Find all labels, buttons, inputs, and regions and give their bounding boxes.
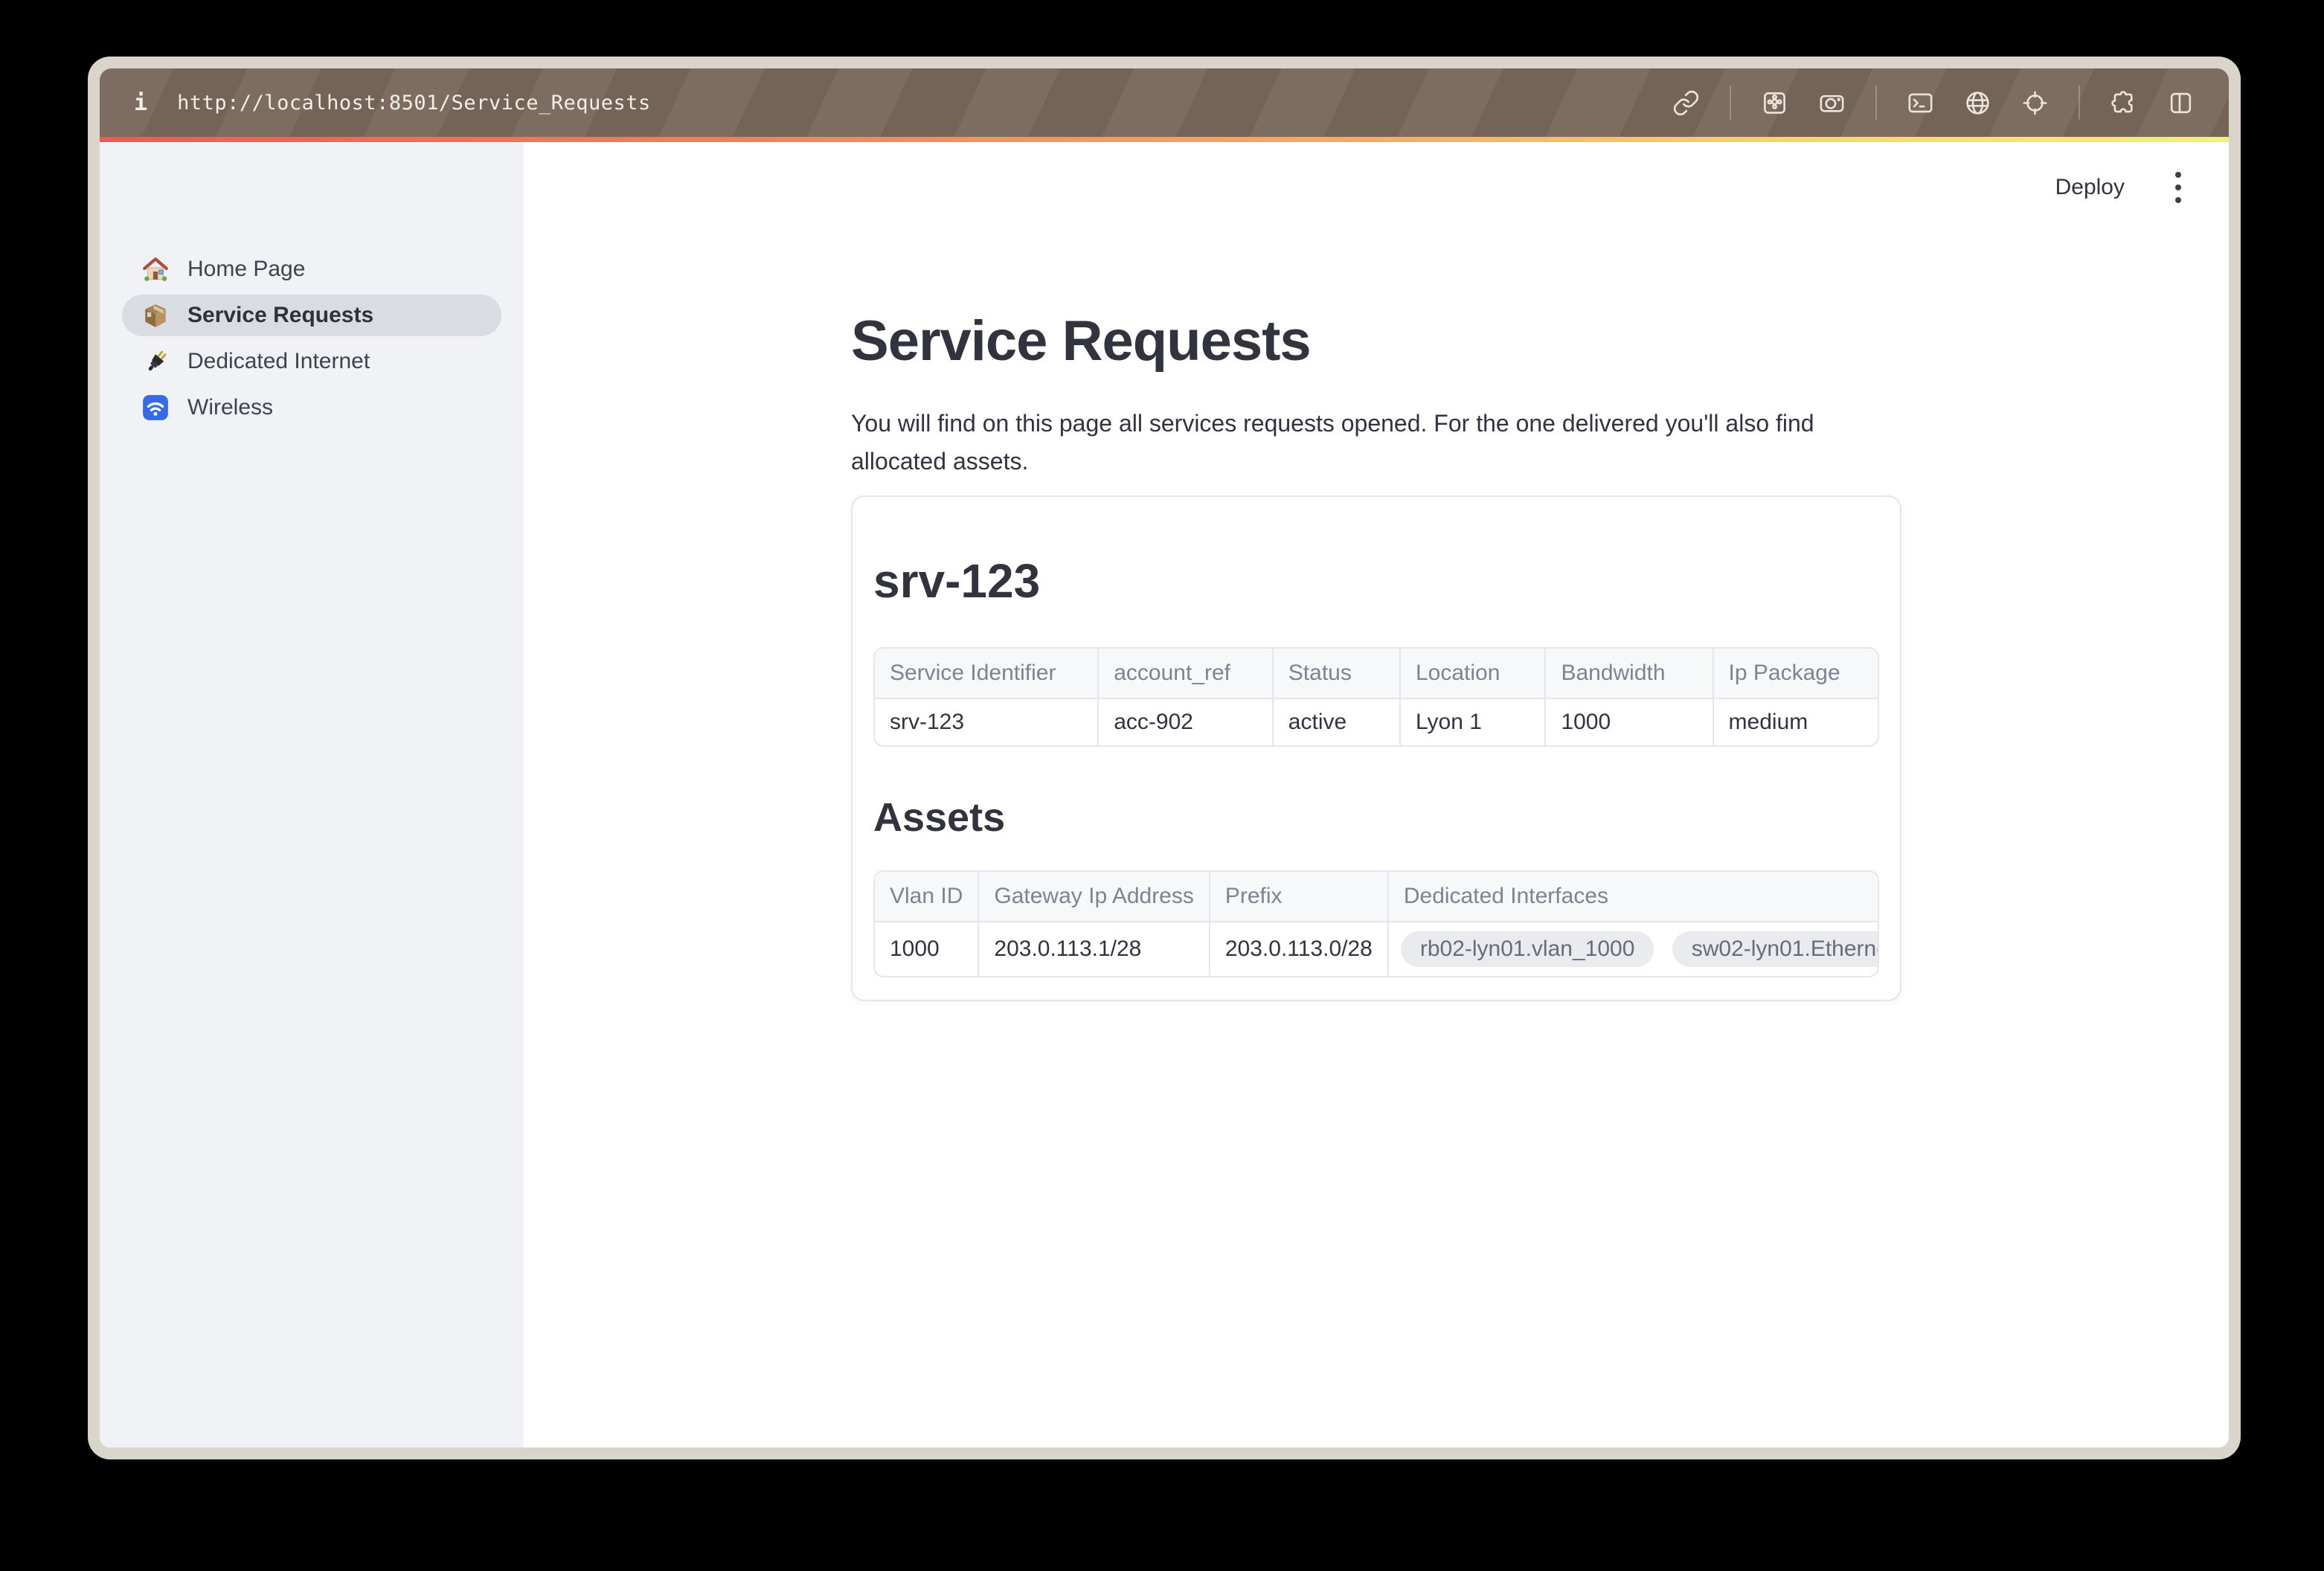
cell-ip-package: medium: [1712, 699, 1878, 745]
cell-account-ref: acc-902: [1097, 699, 1272, 745]
toolbar-divider: [1875, 86, 1877, 120]
column-header: Vlan ID: [875, 872, 978, 922]
home-icon: [141, 255, 170, 283]
cell-service-identifier: srv-123: [875, 699, 1097, 745]
cell-gateway-ip: 203.0.113.1/28: [978, 922, 1208, 976]
assets-heading: Assets: [873, 794, 1879, 841]
interface-badge: rb02-lyn01.vlan_1000: [1401, 931, 1654, 967]
address-bar[interactable]: i http://localhost:8501/Service_Requests: [134, 90, 651, 116]
sidebar-item-wireless[interactable]: Wireless: [122, 387, 501, 428]
crosshair-icon[interactable]: [2021, 89, 2049, 117]
table-row: srv-123 acc-902 active Lyon 1 1000 mediu…: [875, 699, 1878, 745]
browser-window: i http://localhost:8501/Service_Requests: [88, 57, 2241, 1459]
column-header: Dedicated Interfaces: [1387, 872, 1879, 922]
column-header: account_ref: [1097, 649, 1272, 699]
page-content: Service Requests You will find on this p…: [851, 142, 1901, 1001]
service-table: Service Identifier account_ref Status Lo…: [873, 647, 1879, 747]
cell-dedicated-interfaces: rb02-lyn01.vlan_1000 sw02-lyn01.Ethernet…: [1387, 922, 1879, 976]
sidebar-item-label: Home Page: [187, 257, 305, 282]
deploy-button[interactable]: Deploy: [2055, 175, 2125, 200]
column-header: Ip Package: [1712, 649, 1878, 699]
assets-table: Vlan ID Gateway Ip Address Prefix Dedica…: [873, 870, 1879, 977]
app-header-actions: Deploy: [2055, 167, 2189, 208]
app-body: Home Page Service Requests Dedicated Int…: [100, 142, 2229, 1448]
url-text[interactable]: http://localhost:8501/Service_Requests: [177, 91, 651, 115]
cell-vlan-id: 1000: [875, 922, 978, 976]
page-title: Service Requests: [851, 309, 1901, 373]
site-info-icon[interactable]: i: [134, 90, 147, 116]
column-header: Location: [1399, 649, 1544, 699]
package-icon: [141, 301, 170, 330]
toolbar-divider: [2079, 86, 2080, 120]
wireless-icon: [141, 393, 170, 422]
cell-status: active: [1272, 699, 1399, 745]
kebab-menu-icon[interactable]: [2168, 167, 2189, 208]
sidebar-item-label: Service Requests: [187, 303, 373, 328]
service-request-card: srv-123 Service Identifier account_ref: [851, 495, 1901, 1001]
puzzle-icon[interactable]: [2110, 89, 2137, 117]
table-row: 1000 203.0.113.1/28 203.0.113.0/28 rb02-…: [875, 922, 1879, 976]
link-icon[interactable]: [1672, 89, 1700, 117]
column-header: Prefix: [1209, 872, 1387, 922]
plug-icon: [141, 347, 170, 376]
service-id-heading: srv-123: [873, 553, 1879, 608]
sidebar-item-dedicated-internet[interactable]: Dedicated Internet: [122, 341, 501, 382]
service-table-header-row: Service Identifier account_ref Status Lo…: [875, 649, 1878, 699]
page-description: You will find on this page all services …: [851, 405, 1901, 481]
cell-location: Lyon 1: [1399, 699, 1544, 745]
browser-toolbar: i http://localhost:8501/Service_Requests: [100, 68, 2229, 137]
status-decoration-bar: [100, 137, 2229, 142]
column-header: Bandwidth: [1544, 649, 1712, 699]
terminal-icon[interactable]: [1907, 89, 1934, 117]
cell-prefix: 203.0.113.0/28: [1209, 922, 1387, 976]
column-header: Status: [1272, 649, 1399, 699]
image-icon[interactable]: [1761, 89, 1788, 117]
sidebar-item-service-requests[interactable]: Service Requests: [122, 295, 501, 336]
split-view-icon[interactable]: [2167, 89, 2195, 117]
sidebar: Home Page Service Requests Dedicated Int…: [100, 142, 524, 1448]
sidebar-item-label: Dedicated Internet: [187, 349, 370, 374]
sidebar-item-label: Wireless: [187, 395, 273, 420]
main-panel: Deploy Service Requests You will find on…: [524, 142, 2229, 1448]
camera-icon[interactable]: [1818, 89, 1846, 117]
sidebar-item-home-page[interactable]: Home Page: [122, 248, 501, 290]
globe-icon[interactable]: [1964, 89, 1991, 117]
cell-bandwidth: 1000: [1544, 699, 1712, 745]
interface-badge: sw02-lyn01.Ethernet4: [1672, 931, 1879, 967]
column-header: Gateway Ip Address: [978, 872, 1208, 922]
column-header: Service Identifier: [875, 649, 1097, 699]
toolbar-divider: [1730, 86, 1731, 120]
assets-table-header-row: Vlan ID Gateway Ip Address Prefix Dedica…: [875, 872, 1879, 922]
toolbar-actions: [1672, 86, 2195, 120]
